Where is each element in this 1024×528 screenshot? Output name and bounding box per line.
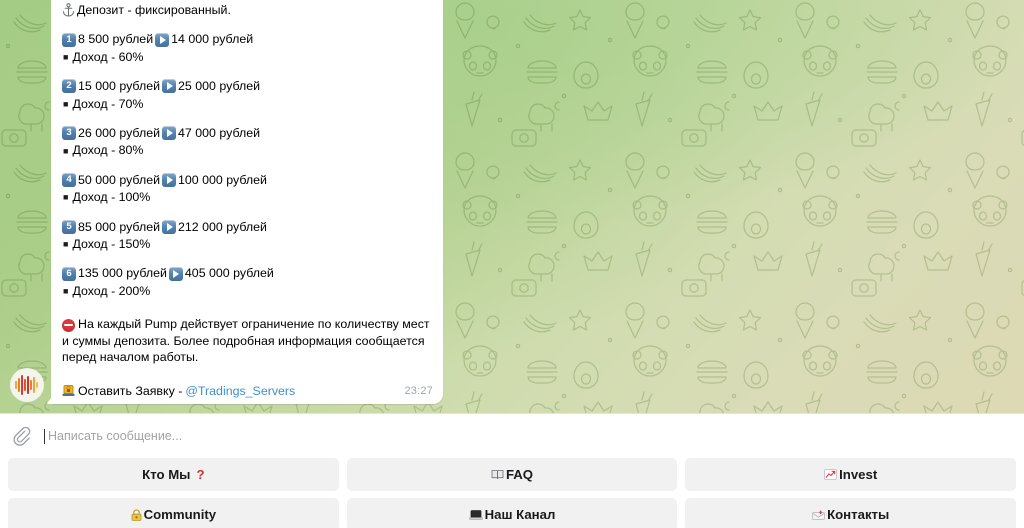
paperclip-icon [13, 426, 30, 446]
kb-button-nash-kanal[interactable]: Наш Канал [346, 498, 678, 528]
tier-from-amount: 135 000 рублей [78, 266, 167, 281]
tier-number-badge: 4 [62, 173, 76, 188]
tier-to-amount: 405 000 рублей [184, 266, 274, 281]
bot-keyboard-row: Кто Мы ? FAQ Invest [8, 458, 1017, 491]
arrow-right-icon [162, 126, 177, 141]
telegram-chat-window: Депозит - фиксированный. 1 8 500 рублей … [0, 0, 1024, 528]
question-mark-icon: ? [196, 467, 205, 482]
kb-button-kontakty[interactable]: Контакты [685, 498, 1017, 528]
telegram-handle-link[interactable]: @Tradings_Servers [185, 383, 295, 399]
tier-from-amount: 50 000 рублей [78, 172, 161, 187]
no-entry-icon [62, 318, 75, 332]
warning-block: На каждый Pump действует ограничение по … [62, 316, 432, 366]
tier-income: Доход - 150% [72, 237, 151, 252]
kb-button-label: FAQ [505, 467, 534, 482]
tier-number-badge: 2 [62, 79, 76, 94]
tier-to-amount: 212 000 рублей [178, 219, 267, 234]
message-footer-line: Оставить Заявку - @Tradings_Servers [62, 383, 432, 399]
tier-from-amount: 26 000 рублей [78, 126, 161, 141]
audio-waveform-icon [15, 375, 38, 396]
tier-income: Доход - 100% [72, 190, 151, 205]
tier-number-badge: 5 [62, 219, 76, 234]
arrow-right-icon [162, 173, 177, 188]
tier-row: 1 8 500 рублей 14 000 рублей ■ Доход - 6… [62, 31, 432, 65]
bot-keyboard: Кто Мы ? FAQ Invest Community Наш Канал … [0, 458, 1024, 528]
message-row: Депозит - фиксированный. 1 8 500 рублей … [0, 0, 443, 405]
tier-row: 6 135 000 рублей 405 000 рублей ■ Доход … [62, 265, 432, 299]
avatar[interactable] [10, 368, 44, 403]
mail-icon [812, 509, 825, 520]
text-cursor [44, 428, 45, 444]
kb-button-kto-my[interactable]: Кто Мы ? [8, 458, 339, 491]
tier-row: 2 15 000 рублей 25 000 рублей ■ Доход - … [62, 78, 432, 112]
kb-button-community[interactable]: Community [8, 498, 339, 528]
lock-icon [131, 508, 141, 521]
message-header-line: Депозит - фиксированный. [62, 2, 432, 18]
bot-keyboard-row: Community Наш Канал Контакты [8, 498, 1017, 528]
arrow-right-icon [155, 32, 170, 47]
kb-button-label: Кто Мы [142, 467, 191, 482]
tier-row: 5 85 000 рублей 212 000 рублей ■ Доход -… [62, 219, 432, 253]
anchor-icon [62, 3, 75, 17]
tier-number-badge: 1 [62, 32, 76, 47]
bullet-square-icon: ■ [63, 239, 69, 250]
message-input[interactable]: Написать сообщение... [44, 414, 1024, 458]
tier-from-amount: 15 000 рублей [78, 79, 161, 94]
chart-up-icon [824, 469, 837, 480]
kb-button-invest[interactable]: Invest [685, 458, 1017, 491]
tier-row: 3 26 000 рублей 47 000 рублей ■ Доход - … [62, 125, 432, 159]
message-composer: Написать сообщение... [0, 413, 1024, 458]
bullet-square-icon: ■ [63, 192, 69, 203]
bullet-square-icon: ■ [63, 145, 69, 156]
tier-to-amount: 14 000 рублей [171, 32, 254, 47]
arrow-right-icon [162, 219, 177, 234]
bullet-square-icon: ■ [63, 98, 69, 109]
bullet-square-icon: ■ [63, 286, 69, 297]
tier-income: Доход - 80% [72, 143, 144, 158]
tier-from-amount: 85 000 рублей [78, 219, 161, 234]
tier-number-badge: 3 [62, 126, 76, 141]
book-icon [491, 469, 504, 479]
tier-to-amount: 100 000 рублей [178, 172, 267, 187]
arrow-right-icon [162, 79, 177, 94]
kb-button-label: Наш Канал [484, 507, 556, 522]
locked-laptop-icon [62, 385, 75, 397]
kb-button-label: Invest [839, 467, 878, 482]
warning-text: На каждый Pump действует ограничение по … [62, 317, 430, 365]
tier-to-amount: 47 000 рублей [178, 126, 261, 141]
kb-button-label: Community [143, 507, 217, 522]
tier-income: Доход - 70% [72, 96, 144, 111]
kb-button-label: Контакты [827, 507, 890, 522]
message-input-placeholder: Написать сообщение... [48, 429, 183, 443]
tier-income: Доход - 60% [72, 49, 144, 64]
bullet-square-icon: ■ [63, 52, 69, 63]
footer-label: Оставить Заявку - [78, 383, 183, 398]
attach-button[interactable] [0, 426, 44, 446]
laptop-icon [468, 509, 483, 520]
arrow-right-icon [168, 266, 183, 281]
tier-to-amount: 25 000 рублей [178, 79, 261, 94]
tier-row: 4 50 000 рублей 100 000 рублей ■ Доход -… [62, 172, 432, 206]
message-header-text: Депозит - фиксированный. [77, 3, 231, 17]
tier-from-amount: 8 500 рублей [78, 32, 154, 47]
message-bubble[interactable]: Депозит - фиксированный. 1 8 500 рублей … [51, 0, 443, 405]
tier-income: Доход - 200% [72, 283, 151, 298]
kb-button-faq[interactable]: FAQ [346, 458, 678, 491]
message-timestamp: 23:27 [404, 384, 433, 397]
chat-message-area[interactable]: Депозит - фиксированный. 1 8 500 рублей … [0, 0, 1024, 413]
tier-number-badge: 6 [62, 266, 76, 281]
